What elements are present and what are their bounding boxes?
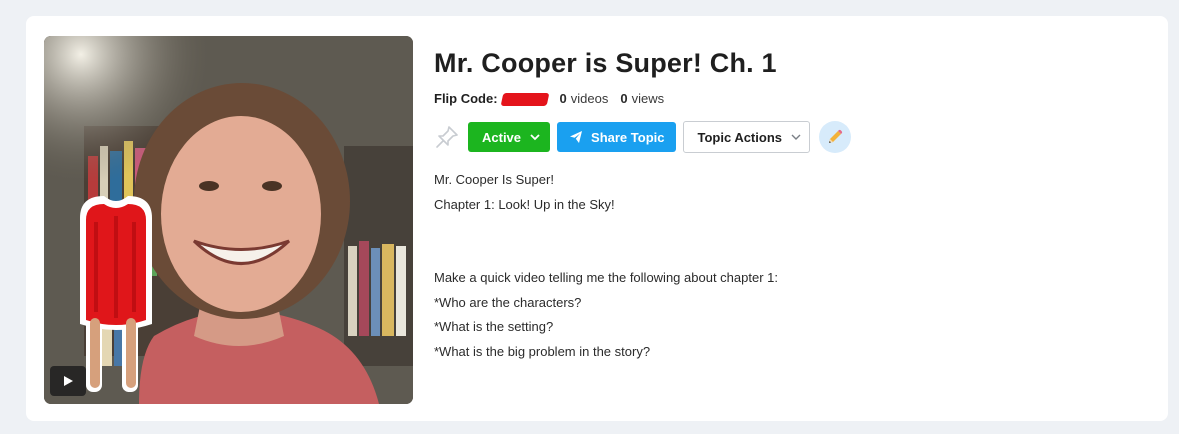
videos-label: videos: [570, 91, 609, 106]
chevron-down-icon: [791, 134, 801, 140]
topic-description: Mr. Cooper Is Super! Chapter 1: Look! Up…: [434, 168, 1134, 364]
flip-code-redaction: [500, 92, 549, 106]
topic-title: Mr. Cooper is Super! Ch. 1: [434, 48, 777, 78]
edit-topic-button[interactable]: [818, 121, 851, 153]
flip-code-label: Flip Code:: [434, 91, 498, 106]
topic-actions-label: Topic Actions: [697, 129, 782, 145]
videos-count: 0: [559, 91, 567, 106]
thumbnail-image: [44, 36, 413, 404]
topic-info: Mr. Cooper is Super! Ch. 1 Flip Code: 0 …: [434, 46, 1134, 364]
play-button[interactable]: [50, 366, 86, 396]
topic-actions-dropdown[interactable]: Topic Actions: [683, 121, 810, 153]
description-line: Chapter 1: Look! Up in the Sky!: [434, 196, 615, 212]
status-label: Active: [482, 129, 522, 145]
share-topic-label: Share Topic: [591, 129, 665, 145]
description-line: Mr. Cooper Is Super!: [434, 172, 554, 187]
pencil-icon: [828, 129, 843, 143]
pin-icon[interactable]: [434, 123, 460, 151]
status-dropdown-button[interactable]: Active: [468, 122, 551, 152]
description-line: Make a quick video telling me the follow…: [434, 270, 778, 285]
play-icon: [64, 376, 73, 386]
topic-meta: Flip Code: 0 videos 0 views: [434, 90, 1134, 108]
description-line: *Who are the characters?: [434, 294, 582, 310]
paper-plane-icon: [570, 131, 583, 143]
chevron-down-icon: [530, 133, 540, 140]
description-line: *What is the big problem in the story?: [434, 343, 651, 359]
topic-card: Mr. Cooper is Super! Ch. 1 Flip Code: 0 …: [26, 16, 1168, 421]
views-label: views: [631, 91, 665, 106]
description-line: *What is the setting?: [434, 319, 554, 334]
share-topic-button[interactable]: Share Topic: [557, 122, 677, 152]
topic-video-thumbnail[interactable]: [44, 36, 413, 404]
views-count: 0: [620, 91, 628, 106]
topic-actions-bar: Active Share Topic Topic Actions: [434, 120, 1134, 154]
